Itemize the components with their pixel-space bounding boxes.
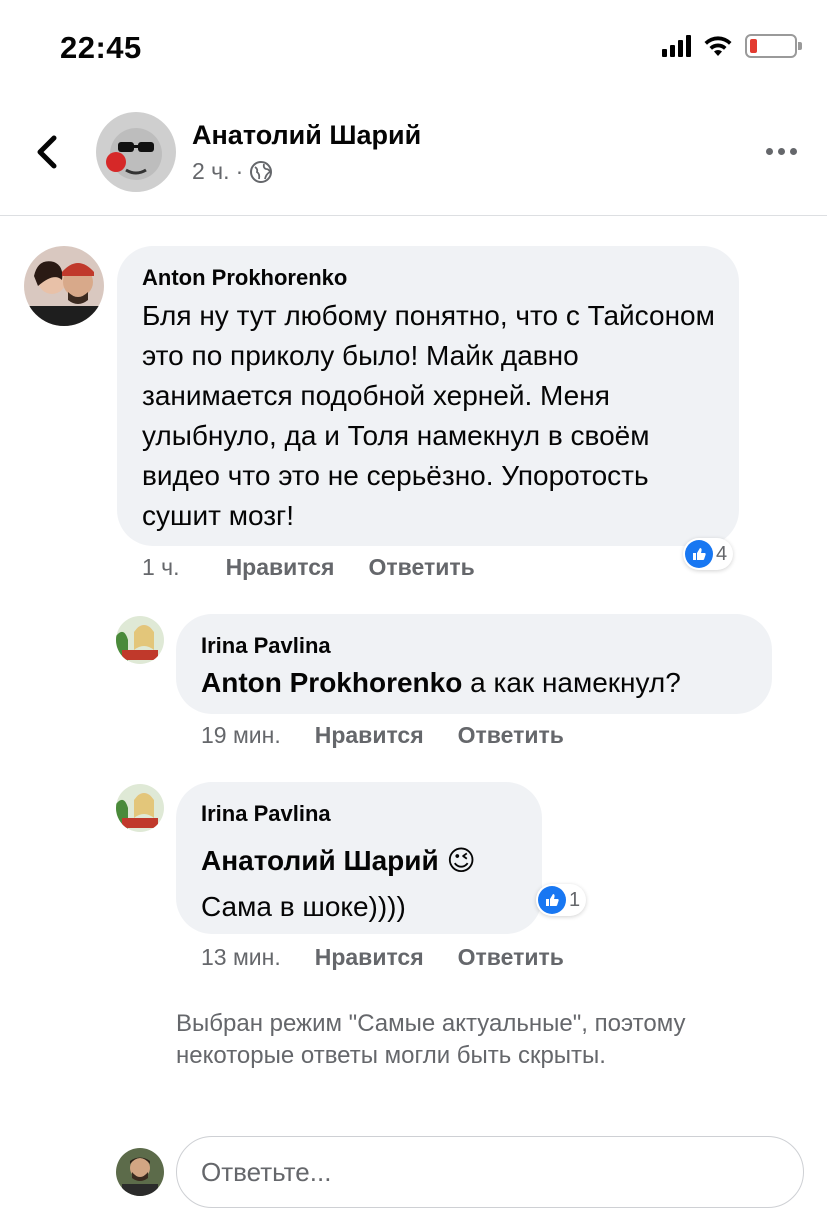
wifi-icon [704, 36, 732, 56]
thumbs-up-icon [685, 540, 713, 568]
status-time: 22:45 [60, 30, 142, 65]
reply-author[interactable]: Irina Pavlina [201, 801, 331, 827]
meta-separator: · [235, 158, 244, 184]
reaction-count: 1 [569, 888, 581, 911]
commenter-avatar[interactable] [24, 246, 104, 326]
reply-button[interactable]: Ответить [368, 554, 474, 581]
globe-icon [250, 160, 273, 183]
reply-actions: 13 мин. Нравится Ответить [201, 944, 564, 971]
reply-mention[interactable]: Анатолий Шарий [201, 845, 439, 876]
reply-avatar[interactable] [116, 616, 164, 664]
back-chevron-icon[interactable] [28, 130, 68, 174]
reply-time[interactable]: 13 мин. [201, 944, 281, 971]
wink-emoji-icon: 😉 [446, 845, 476, 876]
cellular-signal-icon [662, 35, 691, 57]
post-meta: 2 ч. · [192, 158, 273, 185]
reply-time[interactable]: 19 мин. [201, 722, 281, 749]
author-name[interactable]: Анатолий Шарий [192, 120, 421, 151]
like-button[interactable]: Нравится [315, 944, 424, 971]
comment-author[interactable]: Anton Prokhorenko [142, 265, 347, 291]
author-avatar[interactable] [96, 112, 176, 192]
comment-time[interactable]: 1 ч. [142, 554, 180, 581]
reply-author[interactable]: Irina Pavlina [201, 633, 331, 659]
post-header: Анатолий Шарий 2 ч. · [0, 100, 827, 216]
reaction-badge[interactable]: 4 [683, 538, 734, 570]
post-time[interactable]: 2 ч. [192, 158, 230, 185]
reply-button[interactable]: Ответить [458, 722, 564, 749]
reply-button[interactable]: Ответить [458, 944, 564, 971]
thumbs-up-icon [538, 886, 566, 914]
like-button[interactable]: Нравится [226, 554, 335, 581]
reply-avatar[interactable] [116, 784, 164, 832]
reaction-count: 4 [716, 542, 728, 565]
like-button[interactable]: Нравится [315, 722, 424, 749]
status-icons [662, 34, 802, 58]
comment-text: Бля ну тут любому понятно, что с Тайсоно… [142, 300, 715, 531]
reply-text: Anton Prokhorenko а как намекнул? [201, 663, 761, 703]
filter-note: Выбран режим "Самые актуальные", поэтому… [176, 1010, 686, 1069]
comment-actions: 1 ч. Нравится Ответить [142, 554, 475, 581]
reply-mention[interactable]: Anton Prokhorenko [201, 667, 462, 698]
current-user-avatar [116, 1148, 164, 1196]
reply-actions: 19 мин. Нравится Ответить [201, 722, 564, 749]
reply-mention-line: Анатолий Шарий 😉 [201, 841, 531, 881]
more-options-icon[interactable] [766, 148, 797, 155]
reply-body: а как намекнул? [470, 667, 681, 698]
battery-icon [745, 34, 802, 58]
reaction-badge[interactable]: 1 [536, 884, 587, 916]
reply-input[interactable] [176, 1136, 804, 1208]
reply-body: Сама в шоке)))) [201, 891, 406, 922]
